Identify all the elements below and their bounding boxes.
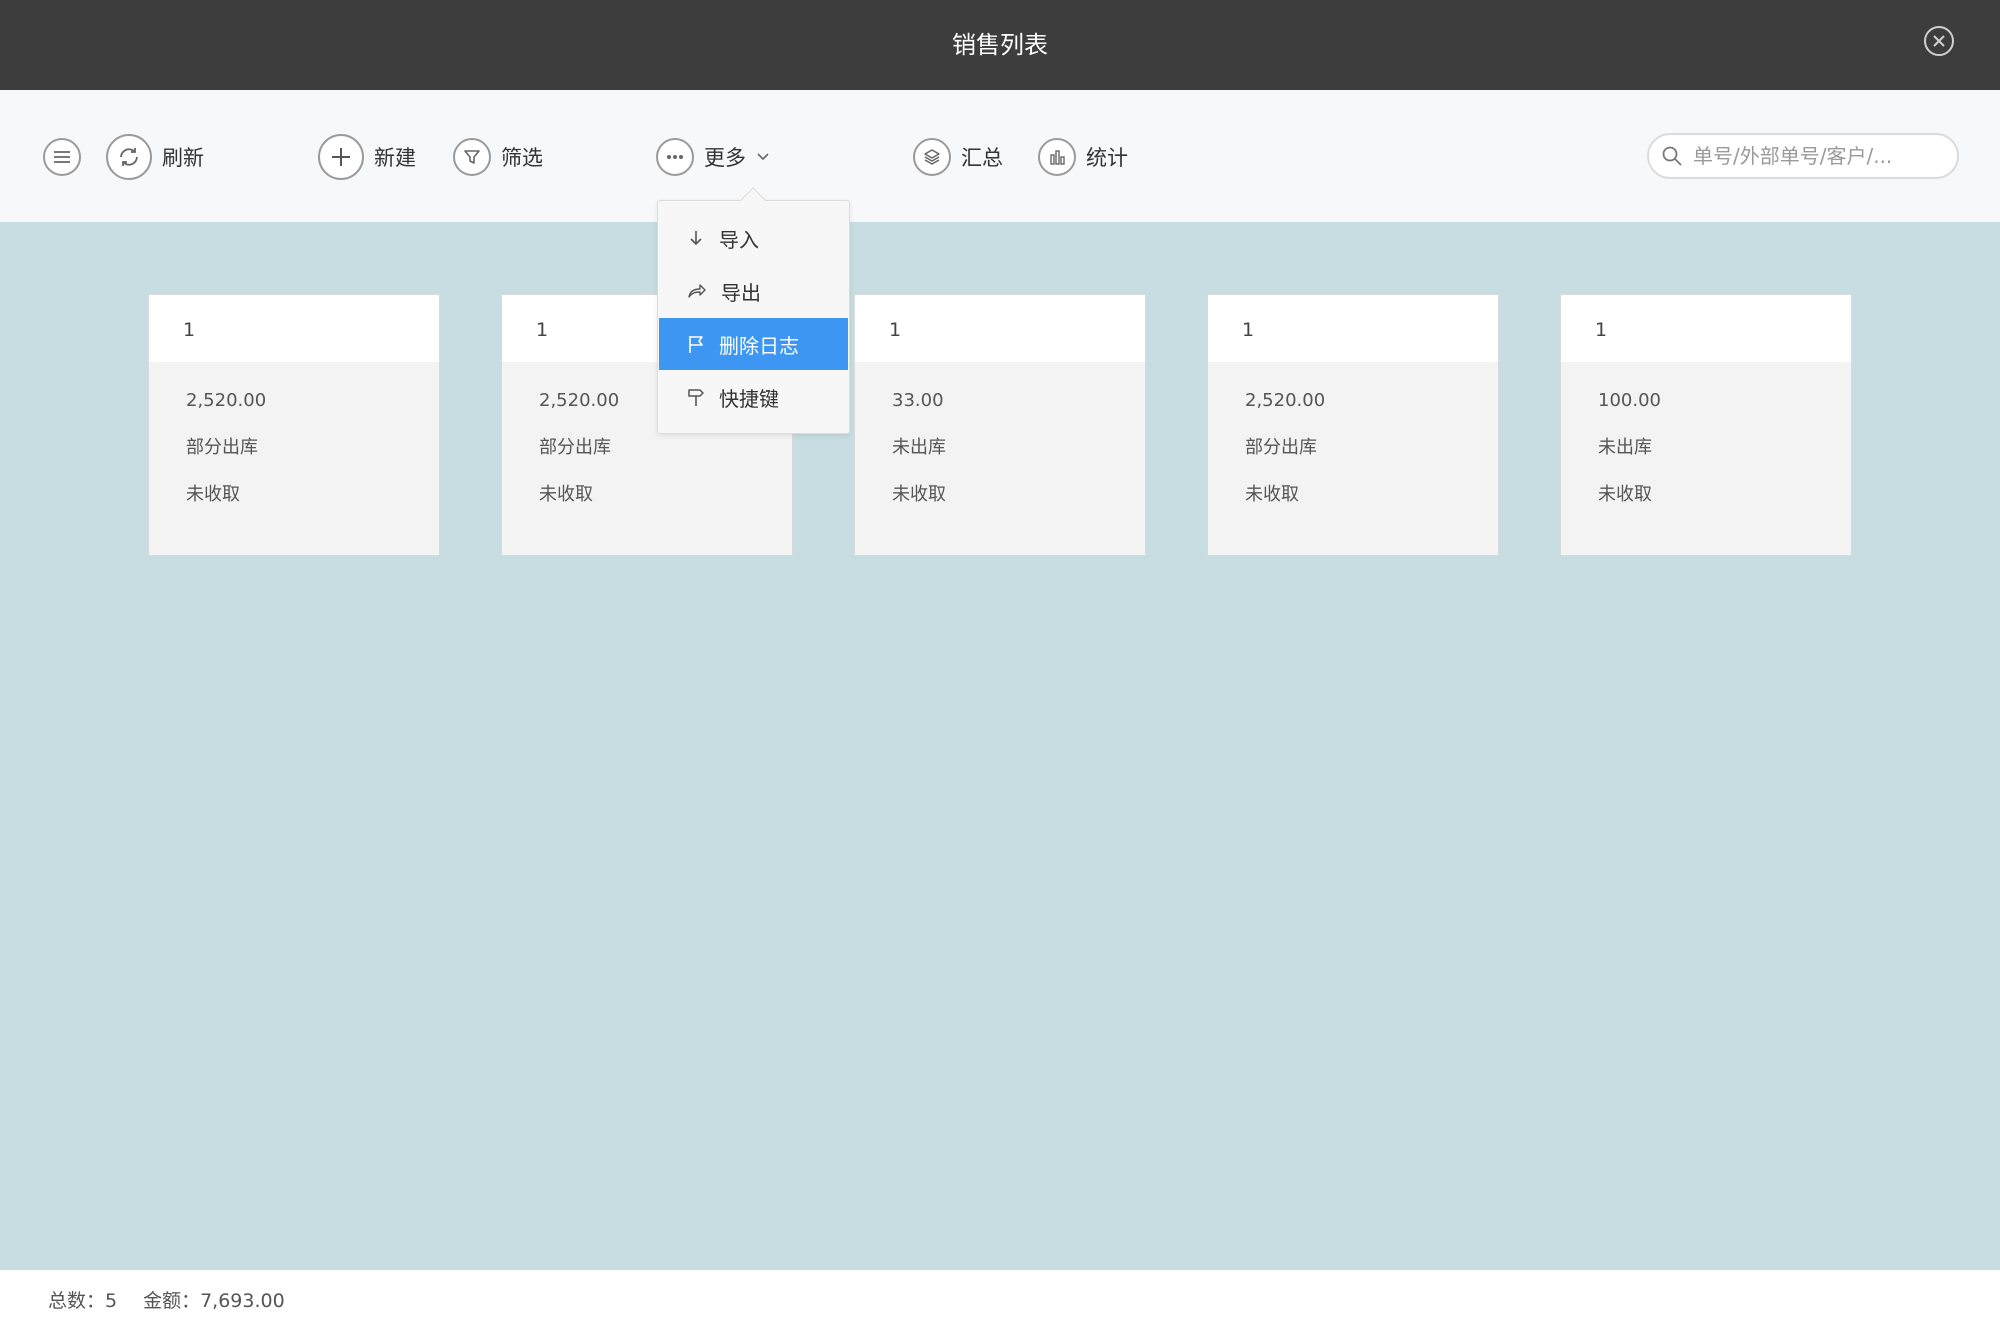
- menu-item-delete-log[interactable]: 删除日志: [659, 318, 848, 370]
- total-amount: 金额：7,693.00: [143, 1289, 285, 1312]
- more-button[interactable]: 更多: [656, 133, 770, 181]
- new-button[interactable]: 新建: [318, 133, 416, 181]
- card-header: 1: [1208, 295, 1498, 362]
- bar-chart-icon: [1050, 150, 1065, 165]
- card-stock-status: 未出库: [1598, 437, 1652, 458]
- flag-icon: [689, 336, 703, 353]
- chevron-down-icon: [757, 153, 769, 161]
- menu-icon: [54, 151, 70, 163]
- card-payment-status: 未收取: [1245, 484, 1299, 505]
- menu-item-label: 删除日志: [719, 333, 799, 358]
- menu-item-label: 导出: [721, 280, 761, 305]
- menu-item-export[interactable]: 导出: [659, 265, 848, 317]
- card-amount: 33.00: [892, 390, 944, 411]
- more-dots-icon: [667, 155, 683, 159]
- search-icon: [1662, 146, 1682, 166]
- more-dropdown-menu: 导入 导出 删除日志 快捷键: [657, 187, 850, 434]
- close-button[interactable]: [1924, 26, 1954, 56]
- plus-icon: [332, 148, 350, 166]
- share-icon: [688, 284, 706, 298]
- menu-item-import[interactable]: 导入: [659, 212, 848, 264]
- order-card[interactable]: 1 33.00 未出库 未收取: [854, 294, 1146, 556]
- card-payment-status: 未收取: [1598, 484, 1652, 505]
- status-footer: 总数：5 金额：7,693.00: [0, 1270, 2000, 1328]
- filter-icon: [464, 150, 480, 164]
- card-stock-status: 部分出库: [186, 437, 258, 458]
- order-card[interactable]: 1 2,520.00 部分出库 未收取: [148, 294, 440, 556]
- card-payment-status: 未收取: [186, 484, 240, 505]
- filter-label: 筛选: [501, 146, 543, 170]
- menu-item-label: 导入: [719, 227, 759, 252]
- title-bar: 销售列表: [0, 0, 2000, 90]
- filter-button[interactable]: 筛选: [453, 133, 543, 181]
- card-amount: 2,520.00: [186, 390, 267, 411]
- stats-button[interactable]: 统计: [1038, 133, 1128, 181]
- card-payment-status: 未收取: [892, 484, 946, 505]
- card-amount: 2,520.00: [1245, 390, 1326, 411]
- window-title: 销售列表: [952, 31, 1048, 59]
- total-count: 总数：5: [48, 1289, 118, 1312]
- refresh-icon: [120, 148, 138, 166]
- signpost-icon: [688, 389, 704, 406]
- summary-label: 汇总: [961, 146, 1003, 170]
- stats-label: 统计: [1086, 146, 1128, 170]
- order-card[interactable]: 1 100.00 未出库 未收取: [1560, 294, 1852, 556]
- card-amount: 100.00: [1598, 390, 1661, 411]
- more-label: 更多: [704, 146, 746, 170]
- layers-icon: [924, 149, 940, 165]
- arrow-down-icon: [690, 231, 702, 246]
- summary-button[interactable]: 汇总: [913, 133, 1003, 181]
- close-icon: [1933, 35, 1945, 47]
- refresh-label: 刷新: [162, 146, 204, 170]
- card-payment-status: 未收取: [539, 484, 593, 505]
- search-input[interactable]: [1693, 144, 1943, 168]
- card-stock-status: 未出库: [892, 437, 946, 458]
- card-header: 1: [149, 295, 439, 362]
- card-header: 1: [1561, 295, 1851, 362]
- menu-item-shortcuts[interactable]: 快捷键: [659, 371, 848, 423]
- card-stock-status: 部分出库: [1245, 437, 1317, 458]
- new-label: 新建: [374, 146, 416, 170]
- menu-item-label: 快捷键: [719, 386, 779, 411]
- card-stock-status: 部分出库: [539, 437, 611, 458]
- order-card[interactable]: 1 2,520.00 部分出库 未收取: [1207, 294, 1499, 556]
- refresh-button[interactable]: 刷新: [106, 133, 204, 181]
- search-box[interactable]: [1647, 133, 1959, 179]
- card-header: 1: [855, 295, 1145, 362]
- menu-toggle-button[interactable]: [43, 133, 81, 181]
- toolbar: 刷新 新建 筛选 更多 汇总 统计 单号/外部单号/客户/...: [0, 90, 2000, 222]
